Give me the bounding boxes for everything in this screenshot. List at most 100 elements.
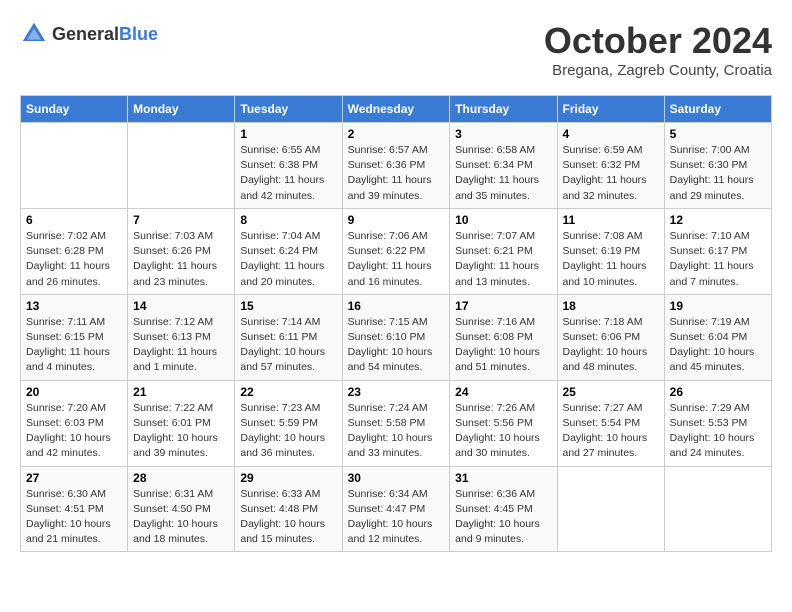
calendar-cell: 27 Sunrise: 6:30 AMSunset: 4:51 PMDayligh… (21, 466, 128, 552)
logo: GeneralBlue (20, 20, 158, 48)
calendar-cell: 30 Sunrise: 6:34 AMSunset: 4:47 PMDayligh… (342, 466, 450, 552)
day-info: Sunrise: 6:57 AMSunset: 6:36 PMDaylight:… (348, 143, 445, 204)
day-number: 28 (133, 471, 229, 485)
day-info: Sunrise: 7:07 AMSunset: 6:21 PMDaylight:… (455, 229, 551, 290)
day-number: 2 (348, 127, 445, 141)
day-number: 31 (455, 471, 551, 485)
calendar-cell (664, 466, 771, 552)
day-info: Sunrise: 7:26 AMSunset: 5:56 PMDaylight:… (455, 401, 551, 462)
day-number: 11 (563, 213, 659, 227)
day-number: 18 (563, 299, 659, 313)
calendar-cell: 31 Sunrise: 6:36 AMSunset: 4:45 PMDayligh… (450, 466, 557, 552)
calendar-cell: 26Sunrise: 7:29 AMSunset: 5:53 PMDayligh… (664, 380, 771, 466)
day-info: Sunrise: 7:22 AMSunset: 6:01 PMDaylight:… (133, 401, 229, 462)
day-number: 8 (240, 213, 336, 227)
calendar-cell: 16 Sunrise: 7:15 AMSunset: 6:10 PMDayligh… (342, 294, 450, 380)
day-info: Sunrise: 7:00 AMSunset: 6:30 PMDaylight:… (670, 143, 766, 204)
calendar-cell: 29 Sunrise: 6:33 AMSunset: 4:48 PMDayligh… (235, 466, 342, 552)
day-info: Sunrise: 6:55 AMSunset: 6:38 PMDaylight:… (240, 143, 336, 204)
day-number: 27 (26, 471, 122, 485)
calendar-cell: 13Sunrise: 7:11 AMSunset: 6:15 PMDayligh… (21, 294, 128, 380)
day-number: 22 (240, 385, 336, 399)
day-info: Sunrise: 7:15 AMSunset: 6:10 PMDaylight:… (348, 315, 445, 376)
day-number: 14 (133, 299, 229, 313)
calendar-cell: 24 Sunrise: 7:26 AMSunset: 5:56 PMDayligh… (450, 380, 557, 466)
day-info: Sunrise: 7:19 AMSunset: 6:04 PMDaylight:… (670, 315, 766, 376)
day-info: Sunrise: 7:11 AMSunset: 6:15 PMDaylight:… (26, 315, 122, 376)
calendar-cell (128, 123, 235, 209)
calendar-cell: 2 Sunrise: 6:57 AMSunset: 6:36 PMDaylight… (342, 123, 450, 209)
calendar-cell: 28 Sunrise: 6:31 AMSunset: 4:50 PMDayligh… (128, 466, 235, 552)
calendar-cell: 5Sunrise: 7:00 AMSunset: 6:30 PMDaylight… (664, 123, 771, 209)
calendar-cell: 8 Sunrise: 7:04 AMSunset: 6:24 PMDaylight… (235, 208, 342, 294)
calendar-cell: 15 Sunrise: 7:14 AMSunset: 6:11 PMDayligh… (235, 294, 342, 380)
day-info: Sunrise: 7:14 AMSunset: 6:11 PMDaylight:… (240, 315, 336, 376)
logo-icon (20, 20, 48, 48)
day-info: Sunrise: 7:04 AMSunset: 6:24 PMDaylight:… (240, 229, 336, 290)
day-info: Sunrise: 7:27 AMSunset: 5:54 PMDaylight:… (563, 401, 659, 462)
calendar-cell: 22 Sunrise: 7:23 AMSunset: 5:59 PMDayligh… (235, 380, 342, 466)
week-row-5: 27 Sunrise: 6:30 AMSunset: 4:51 PMDayligh… (21, 466, 772, 552)
day-info: Sunrise: 6:59 AMSunset: 6:32 PMDaylight:… (563, 143, 659, 204)
week-row-2: 6 Sunrise: 7:02 AMSunset: 6:28 PMDaylight… (21, 208, 772, 294)
day-number: 24 (455, 385, 551, 399)
calendar-cell (557, 466, 664, 552)
day-info: Sunrise: 6:33 AMSunset: 4:48 PMDaylight:… (240, 487, 336, 548)
calendar-cell: 17 Sunrise: 7:16 AMSunset: 6:08 PMDayligh… (450, 294, 557, 380)
day-header-thursday: Thursday (450, 96, 557, 123)
week-row-4: 20 Sunrise: 7:20 AMSunset: 6:03 PMDayligh… (21, 380, 772, 466)
calendar-cell: 10 Sunrise: 7:07 AMSunset: 6:21 PMDayligh… (450, 208, 557, 294)
day-number: 3 (455, 127, 551, 141)
day-number: 21 (133, 385, 229, 399)
day-number: 23 (348, 385, 445, 399)
day-number: 25 (563, 385, 659, 399)
day-number: 16 (348, 299, 445, 313)
day-info: Sunrise: 7:23 AMSunset: 5:59 PMDaylight:… (240, 401, 336, 462)
day-number: 17 (455, 299, 551, 313)
day-number: 20 (26, 385, 122, 399)
page-header: GeneralBlue October 2024 Bregana, Zagreb… (20, 20, 772, 79)
day-info: Sunrise: 7:16 AMSunset: 6:08 PMDaylight:… (455, 315, 551, 376)
day-number: 19 (670, 299, 766, 313)
calendar-cell (21, 123, 128, 209)
day-number: 9 (348, 213, 445, 227)
day-header-wednesday: Wednesday (342, 96, 450, 123)
calendar-header-row: SundayMondayTuesdayWednesdayThursdayFrid… (21, 96, 772, 123)
calendar-cell: 7Sunrise: 7:03 AMSunset: 6:26 PMDaylight… (128, 208, 235, 294)
day-info: Sunrise: 7:03 AMSunset: 6:26 PMDaylight:… (133, 229, 229, 290)
calendar-cell: 21 Sunrise: 7:22 AMSunset: 6:01 PMDayligh… (128, 380, 235, 466)
calendar-cell: 3 Sunrise: 6:58 AMSunset: 6:34 PMDaylight… (450, 123, 557, 209)
calendar-cell: 6 Sunrise: 7:02 AMSunset: 6:28 PMDaylight… (21, 208, 128, 294)
day-info: Sunrise: 7:18 AMSunset: 6:06 PMDaylight:… (563, 315, 659, 376)
calendar-cell: 9 Sunrise: 7:06 AMSunset: 6:22 PMDaylight… (342, 208, 450, 294)
calendar-cell: 12Sunrise: 7:10 AMSunset: 6:17 PMDayligh… (664, 208, 771, 294)
day-info: Sunrise: 7:06 AMSunset: 6:22 PMDaylight:… (348, 229, 445, 290)
calendar-cell: 11 Sunrise: 7:08 AMSunset: 6:19 PMDayligh… (557, 208, 664, 294)
day-number: 15 (240, 299, 336, 313)
day-header-monday: Monday (128, 96, 235, 123)
day-info: Sunrise: 6:36 AMSunset: 4:45 PMDaylight:… (455, 487, 551, 548)
day-number: 10 (455, 213, 551, 227)
calendar-cell: 4Sunrise: 6:59 AMSunset: 6:32 PMDaylight… (557, 123, 664, 209)
day-info: Sunrise: 7:20 AMSunset: 6:03 PMDaylight:… (26, 401, 122, 462)
day-info: Sunrise: 7:02 AMSunset: 6:28 PMDaylight:… (26, 229, 122, 290)
day-info: Sunrise: 6:34 AMSunset: 4:47 PMDaylight:… (348, 487, 445, 548)
day-info: Sunrise: 7:08 AMSunset: 6:19 PMDaylight:… (563, 229, 659, 290)
day-info: Sunrise: 6:30 AMSunset: 4:51 PMDaylight:… (26, 487, 122, 548)
week-row-1: 1Sunrise: 6:55 AMSunset: 6:38 PMDaylight… (21, 123, 772, 209)
day-header-friday: Friday (557, 96, 664, 123)
logo-text-general: General (52, 24, 119, 44)
day-number: 12 (670, 213, 766, 227)
location: Bregana, Zagreb County, Croatia (544, 62, 772, 79)
day-info: Sunrise: 6:58 AMSunset: 6:34 PMDaylight:… (455, 143, 551, 204)
calendar-cell: 20 Sunrise: 7:20 AMSunset: 6:03 PMDayligh… (21, 380, 128, 466)
day-info: Sunrise: 6:31 AMSunset: 4:50 PMDaylight:… (133, 487, 229, 548)
month-title: October 2024 (544, 20, 772, 62)
calendar-cell: 19 Sunrise: 7:19 AMSunset: 6:04 PMDayligh… (664, 294, 771, 380)
day-number: 30 (348, 471, 445, 485)
day-info: Sunrise: 7:12 AMSunset: 6:13 PMDaylight:… (133, 315, 229, 376)
day-number: 6 (26, 213, 122, 227)
day-number: 29 (240, 471, 336, 485)
day-header-sunday: Sunday (21, 96, 128, 123)
day-header-tuesday: Tuesday (235, 96, 342, 123)
